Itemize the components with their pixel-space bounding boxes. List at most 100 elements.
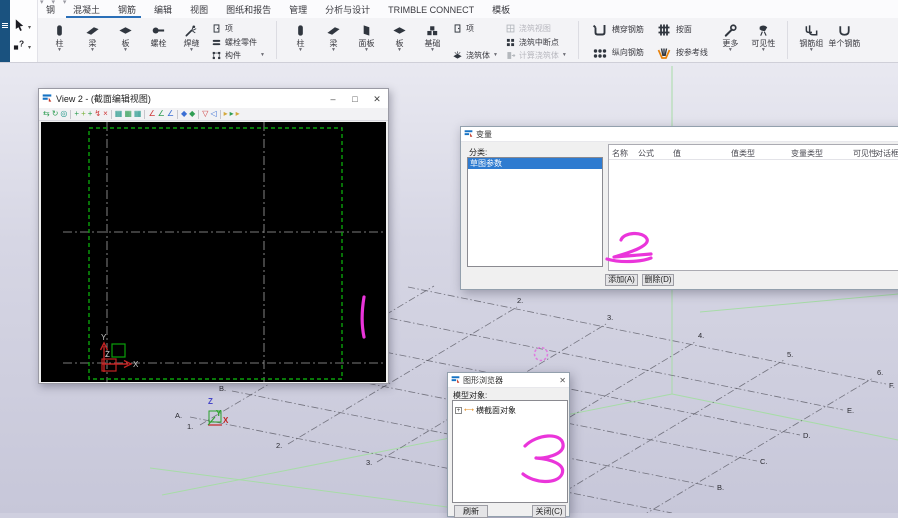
ribbon-button-纵向钢筋[interactable]: 纵向钢筋	[592, 43, 644, 62]
column-header[interactable]: 公式	[638, 148, 654, 159]
chevron-down-icon: ▼	[298, 48, 303, 53]
ribbon-button-面板[interactable]: 面板 ▼	[351, 18, 382, 62]
ribbon-button-螺栓[interactable]: 螺栓	[143, 18, 174, 62]
view-tool-icon[interactable]: ◆	[189, 109, 195, 119]
view-tool-icon[interactable]: ∠	[158, 109, 165, 119]
tab-3[interactable]: 钢筋	[109, 3, 145, 16]
ribbon-button-按参考线[interactable]: 按参考线	[656, 43, 708, 62]
view-tool-icon[interactable]: +	[81, 109, 86, 119]
view-tool-icon[interactable]: +	[88, 109, 93, 119]
tree-item[interactable]: + ⟷ 横截面对象	[455, 404, 567, 416]
view-tool-icon[interactable]: ▦	[134, 109, 142, 119]
maximize-button[interactable]: □	[344, 90, 366, 108]
column-header[interactable]: 对话框中的提示	[875, 148, 898, 159]
tab-5[interactable]: 视图	[181, 3, 217, 16]
view-tool-icon[interactable]: ↻	[52, 109, 59, 119]
tab-9[interactable]: TRIMBLE CONNECT	[379, 5, 483, 15]
chevron-down-icon[interactable]: ▼	[562, 52, 567, 58]
ribbon-button-梁[interactable]: 梁 ▼	[318, 18, 349, 62]
tab-6[interactable]: 图纸和报告	[217, 3, 280, 16]
view-tool-icon[interactable]: ⇆	[43, 109, 50, 119]
toolbar-divider	[220, 110, 221, 119]
ribbon-button-柱[interactable]: 柱 ▼	[285, 18, 316, 62]
ribbon-button-螺栓零件[interactable]: 螺栓零件	[211, 36, 257, 49]
view-tool-icon[interactable]: ↯	[94, 109, 101, 119]
chevron-down-icon: ▼	[364, 48, 369, 53]
ribbon-button-横穿钢筋[interactable]: 横穿钢筋	[592, 20, 644, 39]
ribbon-button-单个钢筋[interactable]: 单个钢筋	[829, 18, 860, 62]
cursor-icon[interactable]	[13, 18, 26, 37]
view-tool-icon[interactable]: ◁	[210, 109, 216, 119]
variables-dialog-titlebar[interactable]: 变量	[461, 127, 898, 142]
ribbon-button-基础[interactable]: 基础 ▼	[417, 18, 448, 62]
close-dialog-button[interactable]: 关闭(C)	[532, 505, 566, 518]
minimize-button[interactable]: –	[322, 90, 344, 108]
column-header[interactable]: 值类型	[731, 148, 755, 159]
ribbon-button-板[interactable]: 板 ▼	[384, 18, 415, 62]
close-button[interactable]: ✕	[366, 90, 388, 108]
ribbon-button-柱[interactable]: 柱 ▼	[44, 18, 75, 62]
tab-10[interactable]: 模板	[483, 3, 519, 16]
column-header[interactable]: 值	[673, 148, 681, 159]
ribbon-button-梁[interactable]: 梁 ▼	[77, 18, 108, 62]
ribbon-button-更多[interactable]: 更多 ▼	[715, 18, 746, 62]
select-filter-tool[interactable]: ? ▾	[13, 38, 31, 56]
view-tool-icon[interactable]: ×	[103, 109, 108, 119]
view-tool-icon[interactable]: ∠	[148, 109, 155, 119]
add-button[interactable]: 添加(A)	[605, 274, 638, 286]
column-header[interactable]: 变量类型	[791, 148, 823, 159]
hamburger-icon[interactable]	[2, 22, 8, 29]
ribbon-button-浇筑体[interactable]: 浇筑体	[452, 49, 490, 62]
view-tool-icon[interactable]: ◆	[181, 109, 187, 119]
view-tool-icon[interactable]: +	[74, 109, 79, 119]
tab-1[interactable]: 钢	[37, 3, 64, 16]
category-item[interactable]: 草图参数	[468, 158, 602, 169]
view-tool-icon[interactable]: ▦	[124, 109, 132, 119]
ribbon-button-焊缝[interactable]: 焊缝 ▼	[176, 18, 207, 62]
ribbon-button-项[interactable]: 项	[452, 22, 490, 35]
refline-icon	[656, 45, 673, 61]
view-tool-icon[interactable]: ▸	[224, 109, 228, 119]
browser-dialog-titlebar[interactable]: 图形浏览器 ✕	[448, 373, 569, 388]
chevron-down-icon[interactable]: ▼	[493, 52, 498, 58]
chevron-down-icon: ▼	[189, 48, 194, 53]
column-header[interactable]: 名称	[612, 148, 628, 159]
view2-titlebar[interactable]: View 2 - (截面编辑视图) – □ ✕	[39, 89, 388, 109]
ribbon-button-按面[interactable]: 按面	[656, 20, 708, 39]
view-tool-icon[interactable]: ▸	[230, 109, 234, 119]
variables-table[interactable]: 名称公式 值 值类型 变量类型 可见性对话框中的提示	[608, 144, 898, 271]
rebar-group-icon	[804, 21, 819, 39]
expand-icon[interactable]: +	[455, 407, 462, 414]
ribbon-button-板[interactable]: 板 ▼	[110, 18, 141, 62]
ribbon-button-钢筋组[interactable]: 钢筋组 ▼	[796, 18, 827, 62]
view-tool-icon[interactable]: ◎	[60, 109, 67, 119]
ribbon-button-项[interactable]: 项	[211, 22, 257, 35]
view-tool-icon[interactable]: ∠	[167, 109, 174, 119]
pointer-tool[interactable]: ▾	[13, 18, 31, 37]
select-question-icon[interactable]: ?	[13, 38, 26, 56]
chevron-down-icon[interactable]: ▼	[260, 52, 265, 58]
close-icon[interactable]: ✕	[559, 376, 566, 385]
ribbon-button-浇筑中断点[interactable]: 浇筑中断点	[505, 36, 559, 49]
tab-2[interactable]: 混凝土	[64, 3, 109, 16]
chevron-down-icon[interactable]: ▾	[28, 24, 31, 31]
view-tool-icon[interactable]: ▽	[202, 109, 208, 119]
tab-4[interactable]: 编辑	[145, 3, 181, 16]
category-listbox[interactable]: 草图参数	[467, 157, 603, 267]
item-icon	[211, 23, 222, 34]
view-tool-icon[interactable]: ▦	[115, 109, 123, 119]
refresh-button[interactable]: 刷新	[454, 505, 488, 518]
view2-viewport[interactable]: YZX	[41, 122, 386, 382]
ribbon-group-3: 横穿钢筋 纵向钢筋 按面 按参考线 更多 ▼ 可见性 ▼	[581, 18, 785, 62]
chevron-down-icon[interactable]: ▾	[28, 44, 31, 51]
model-objects-tree[interactable]: + ⟷ 横截面对象	[452, 400, 568, 503]
view-tool-icon[interactable]: ▸	[236, 109, 240, 119]
ribbon-button-可见性[interactable]: 可见性 ▼	[748, 18, 779, 62]
toolbar-divider	[198, 110, 199, 119]
tab-7[interactable]: 管理	[280, 3, 316, 16]
ribbon-button-构件[interactable]: 构件	[211, 49, 257, 62]
tab-8[interactable]: 分析与设计	[316, 3, 379, 16]
side-menu-strip[interactable]	[0, 0, 10, 62]
column-header[interactable]: 可见性	[853, 148, 877, 159]
delete-button[interactable]: 删除(D)	[642, 274, 674, 286]
